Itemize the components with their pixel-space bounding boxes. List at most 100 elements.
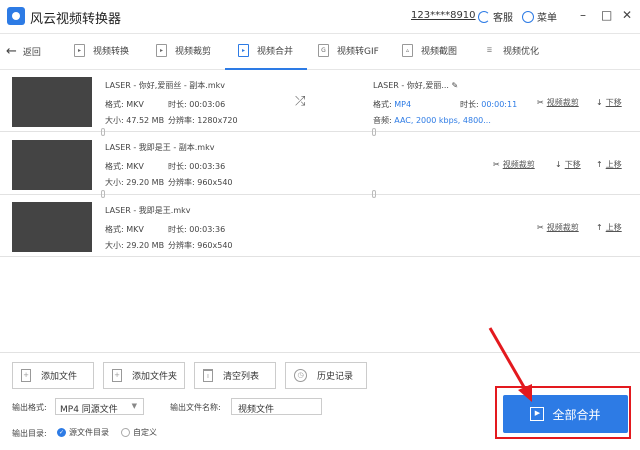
tab-crop[interactable]: ▸ 视频裁剪 bbox=[156, 44, 211, 57]
dir-label: 输出目录: bbox=[12, 429, 47, 438]
video-thumbnail bbox=[12, 202, 92, 252]
dir-custom-radio[interactable]: 自定义 bbox=[121, 427, 157, 438]
label: 历史记录 bbox=[317, 372, 354, 382]
tab-label: 视频转GIF bbox=[337, 47, 379, 57]
file-name: LASER - 我即是王 - 副本.mkv bbox=[105, 143, 215, 152]
video-convert-icon: ▸ bbox=[74, 44, 85, 57]
label: 下移 bbox=[605, 98, 622, 107]
label: 自定义 bbox=[133, 428, 157, 437]
radio-unchecked-icon bbox=[121, 428, 130, 437]
account-link[interactable]: 123****8910 bbox=[411, 10, 476, 21]
move-down-button[interactable]: ↓ 下移 bbox=[555, 159, 581, 170]
video-thumbnail bbox=[12, 140, 92, 190]
radio-checked-icon: ✓ bbox=[57, 428, 66, 437]
tab-optimize[interactable]: ☰ 视频优化 bbox=[484, 44, 539, 57]
label: 添加文件 bbox=[41, 372, 78, 382]
move-down-button[interactable]: ↓ 下移 bbox=[596, 97, 622, 108]
crop-video-button[interactable]: ✂ 视频裁剪 bbox=[493, 159, 535, 170]
back-label: 返回 bbox=[22, 48, 41, 58]
file-resolution: 分辨率: 960x540 bbox=[168, 241, 233, 250]
service-label: 客服 bbox=[493, 13, 513, 24]
shuffle-icon: ⤮ bbox=[295, 94, 306, 109]
value: AAC, 2000 kbps, 4800... bbox=[394, 116, 491, 125]
clock-icon: ◷ bbox=[294, 369, 307, 382]
maximize-button[interactable]: □ bbox=[601, 8, 612, 22]
file-row bbox=[0, 133, 640, 195]
output-audio: 音频: AAC, 2000 kbps, 4800... bbox=[373, 115, 491, 126]
label: 音频: bbox=[373, 116, 392, 125]
file-duration: 时长: 00:03:06 bbox=[168, 100, 226, 109]
file-size: 大小: 47.52 MB bbox=[105, 116, 165, 125]
filename-input[interactable]: 视频文件 bbox=[231, 398, 322, 415]
file-size: 大小: 29.20 MB bbox=[105, 241, 165, 250]
value: MP4 bbox=[394, 100, 412, 109]
menu-icon bbox=[522, 10, 534, 23]
file-name: LASER - 我即是王.mkv bbox=[105, 206, 191, 215]
label: 视频裁剪 bbox=[546, 223, 579, 232]
file-resolution: 分辨率: 1280x720 bbox=[168, 116, 238, 125]
scissors-icon: ✂ bbox=[493, 160, 500, 169]
format-label: 输出格式: bbox=[12, 403, 47, 412]
tab-label: 视频裁剪 bbox=[175, 47, 212, 57]
label: 上移 bbox=[605, 223, 622, 232]
menu-label: 菜单 bbox=[537, 13, 557, 24]
output-duration: 时长: 00:00:11 bbox=[460, 99, 517, 110]
tab-label: 视频转换 bbox=[93, 47, 130, 57]
label: 格式: bbox=[373, 100, 392, 109]
tab-label: 视频优化 bbox=[503, 47, 540, 57]
label: 清空列表 bbox=[223, 372, 260, 382]
video-merge-icon: ▸ bbox=[238, 44, 249, 57]
close-button[interactable]: ✕ bbox=[622, 8, 632, 22]
arrow-down-icon: ↓ bbox=[596, 98, 603, 107]
sliders-icon: ☰ bbox=[486, 47, 493, 54]
edit-icon[interactable]: ✎ bbox=[452, 81, 459, 90]
tab-convert[interactable]: ▸ 视频转换 bbox=[74, 44, 129, 57]
arrow-up-icon: ↑ bbox=[596, 223, 603, 232]
arrow-down-icon: ↓ bbox=[555, 160, 562, 169]
format-value: MP4 同源文件 bbox=[60, 405, 118, 415]
menu-button[interactable]: 菜单 bbox=[522, 9, 557, 24]
folder-add-icon: + bbox=[112, 369, 122, 382]
trash-icon: ı bbox=[203, 369, 213, 382]
tab-merge[interactable]: ▸ 视频合并 bbox=[238, 44, 293, 57]
crop-video-button[interactable]: ✂ 视频裁剪 bbox=[537, 222, 579, 233]
image-icon: ▵ bbox=[402, 44, 413, 57]
label: 添加文件夹 bbox=[132, 372, 178, 382]
file-add-icon: + bbox=[21, 369, 31, 382]
scissors-icon: ✂ bbox=[537, 223, 544, 232]
app-title: 风云视频转换器 bbox=[30, 12, 122, 27]
label: 视频裁剪 bbox=[546, 98, 579, 107]
label: 上移 bbox=[605, 160, 622, 169]
clear-list-button[interactable]: ı 清空列表 bbox=[194, 362, 276, 389]
format-select[interactable]: MP4 同源文件 ▼ bbox=[55, 398, 144, 415]
headset-icon bbox=[478, 10, 490, 23]
tab-label: 视频截图 bbox=[421, 47, 458, 57]
tab-screenshot[interactable]: ▵ 视频截图 bbox=[402, 44, 457, 57]
tab-gif[interactable]: G 视频转GIF bbox=[318, 44, 379, 57]
history-button[interactable]: ◷ 历史记录 bbox=[285, 362, 367, 389]
arrow-left-icon: ← bbox=[6, 44, 17, 59]
add-folder-button[interactable]: + 添加文件夹 bbox=[103, 362, 185, 389]
file-format: 格式: MKV bbox=[105, 162, 144, 171]
value: 00:00:11 bbox=[481, 100, 518, 109]
chevron-down-icon: ▼ bbox=[131, 402, 137, 410]
file-name: LASER - 你好,爱丽丝 - 副本.mkv bbox=[105, 81, 225, 90]
back-button[interactable]: ← 返回 bbox=[6, 44, 41, 59]
video-crop-icon: ▸ bbox=[156, 44, 167, 57]
crop-video-button[interactable]: ✂ 视频裁剪 bbox=[537, 97, 579, 108]
move-up-button[interactable]: ↑ 上移 bbox=[596, 159, 622, 170]
move-up-button[interactable]: ↑ 上移 bbox=[596, 222, 622, 233]
scissors-icon: ✂ bbox=[537, 98, 544, 107]
label: 源文件目录 bbox=[69, 428, 109, 437]
file-format: 格式: MKV bbox=[105, 225, 144, 234]
arrow-up-icon: ↑ bbox=[596, 160, 603, 169]
output-name-text: LASER - 你好,爱丽... bbox=[373, 81, 449, 90]
file-duration: 时长: 00:03:36 bbox=[168, 162, 226, 171]
dir-source-radio[interactable]: ✓ 源文件目录 bbox=[57, 427, 109, 438]
label: 下移 bbox=[564, 160, 581, 169]
annotation-arrow-icon bbox=[488, 327, 532, 402]
add-file-button[interactable]: + 添加文件 bbox=[12, 362, 94, 389]
service-button[interactable]: 客服 bbox=[478, 9, 513, 24]
app-logo-icon bbox=[7, 7, 25, 25]
minimize-button[interactable]: – bbox=[580, 8, 586, 22]
